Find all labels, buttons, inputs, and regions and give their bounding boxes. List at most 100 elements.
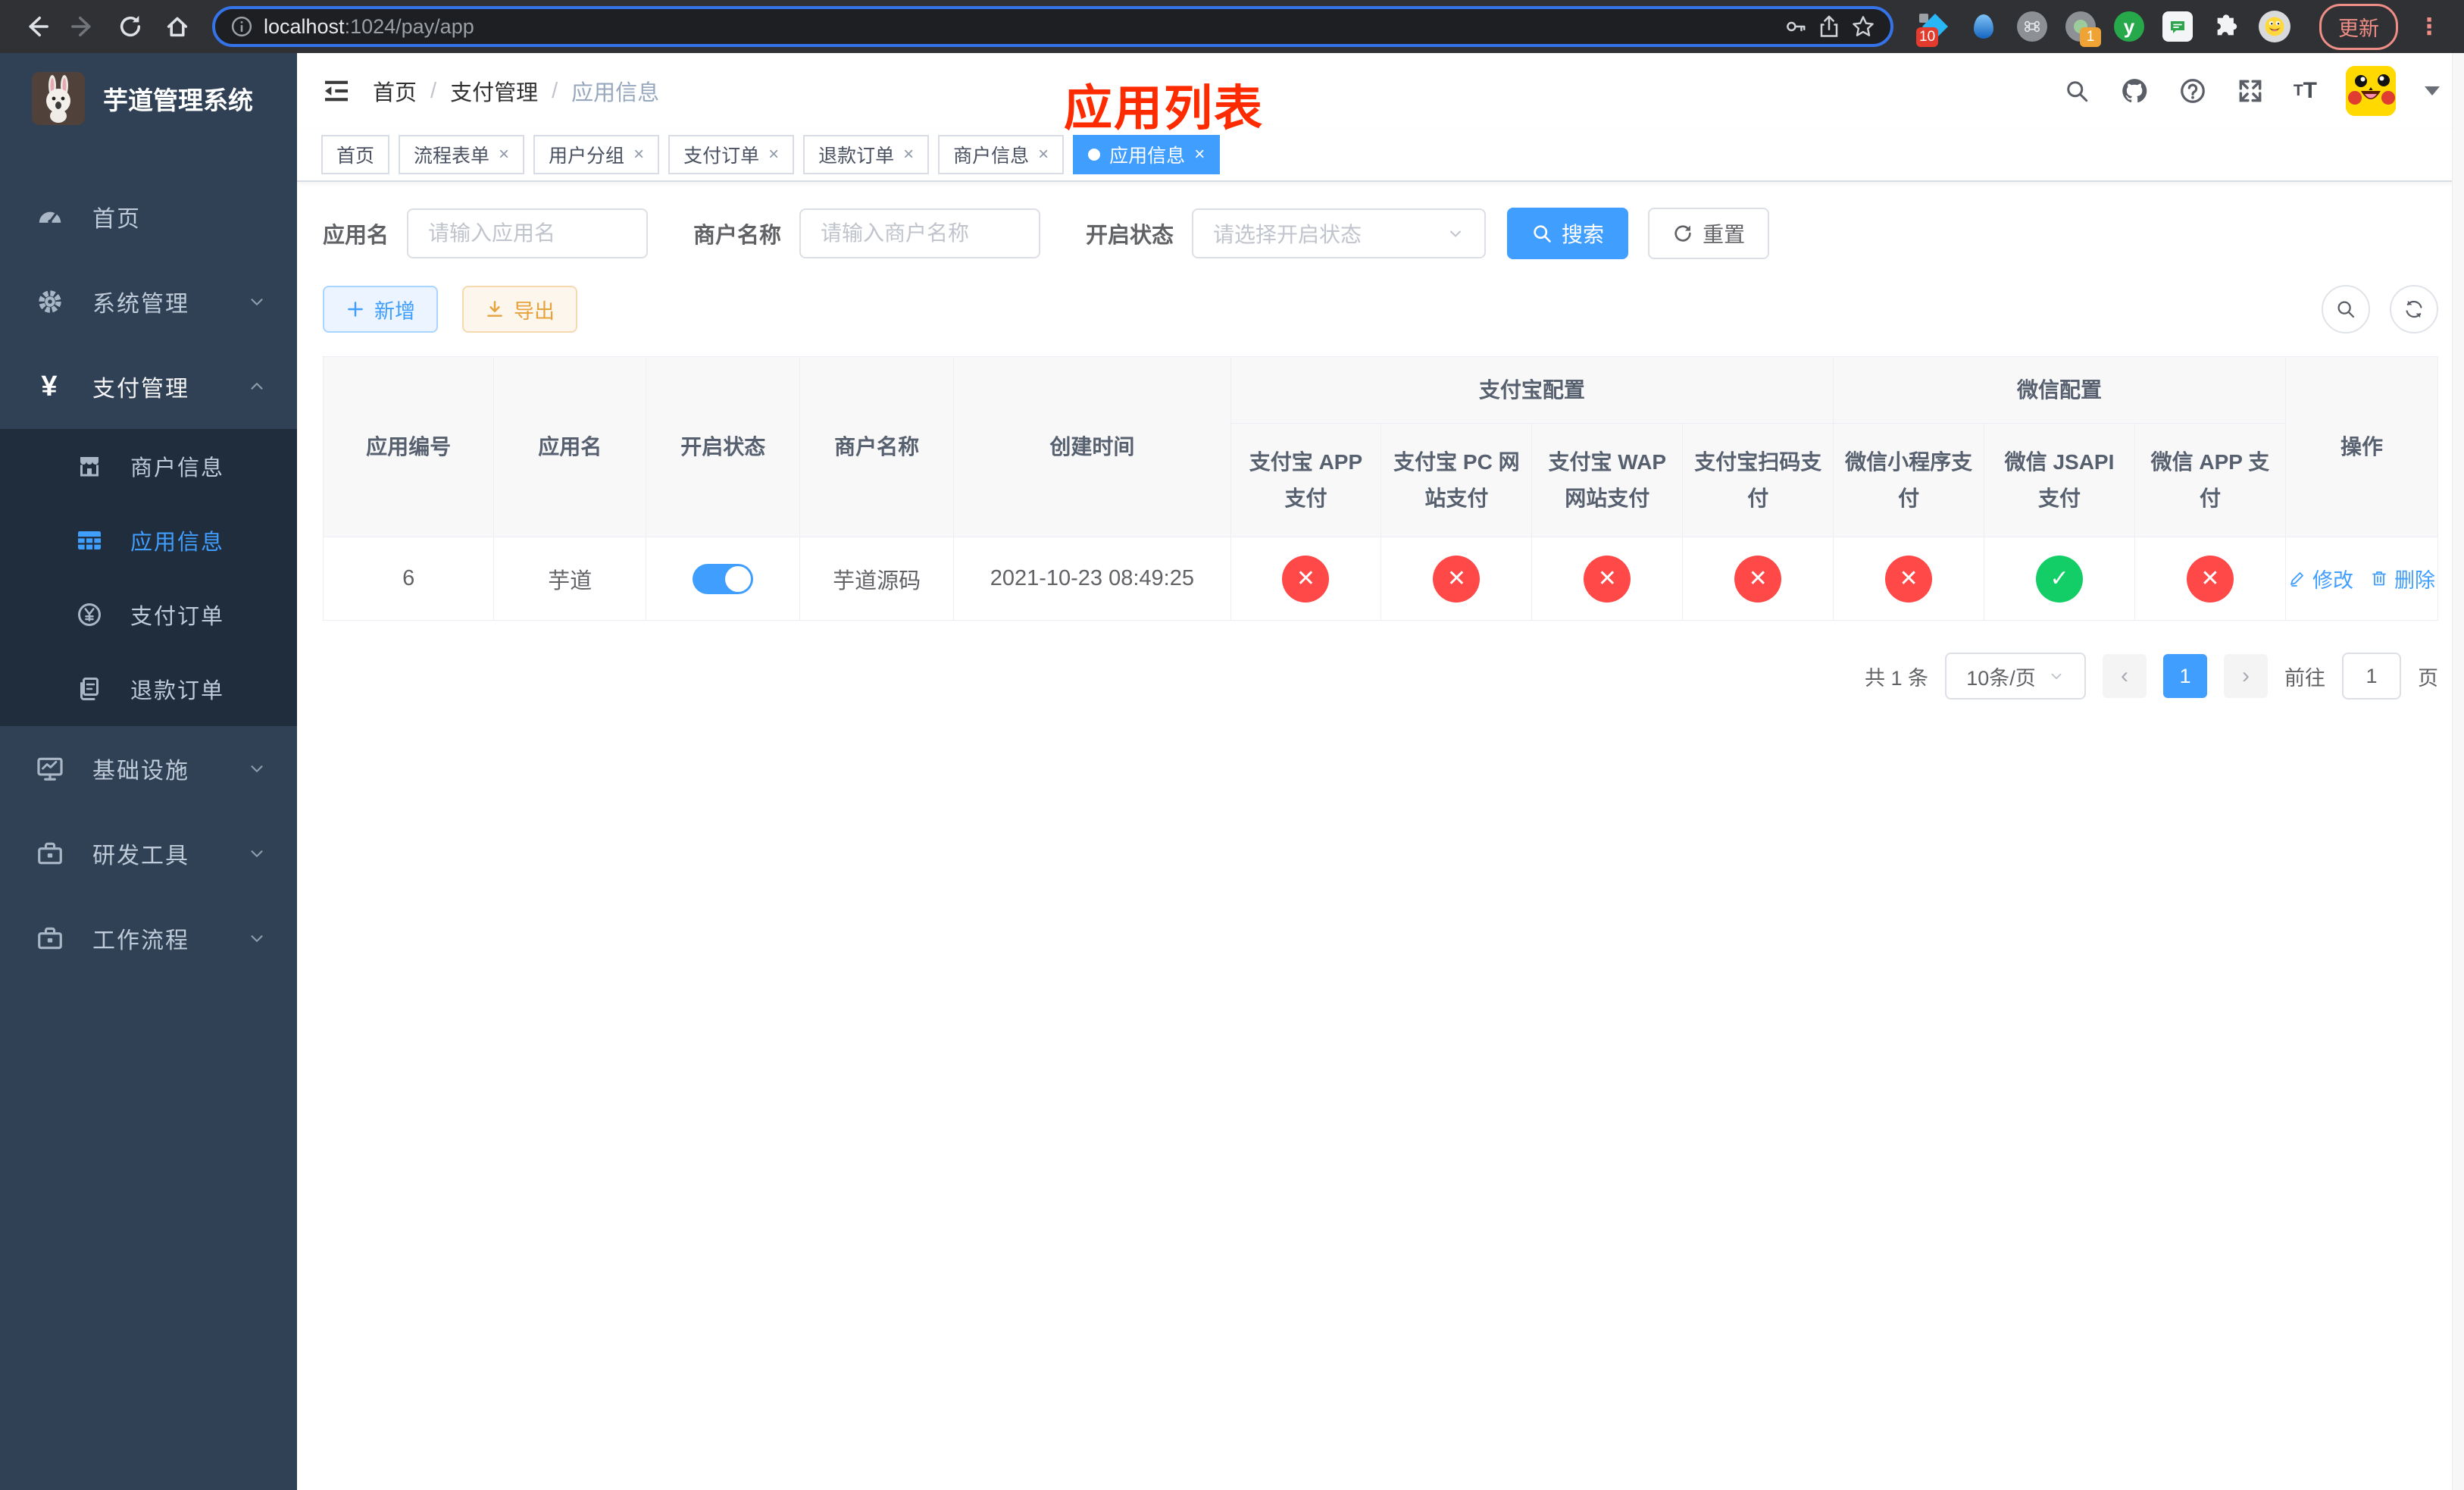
close-icon[interactable]: × xyxy=(1038,144,1049,165)
browser-back-button[interactable] xyxy=(17,7,56,46)
sidebar-item-dev-tools[interactable]: 研发工具 xyxy=(0,811,297,896)
font-size-icon[interactable]: TT xyxy=(2294,78,2317,104)
extension-session-icon[interactable]: 1 xyxy=(2065,11,2101,47)
address-bar[interactable]: localhost:1024/pay/app xyxy=(212,6,1893,47)
sidebar-item-refund-orders[interactable]: 退款订单 xyxy=(0,652,297,726)
browser-scrollbar[interactable] xyxy=(2452,53,2464,1490)
cell-app-id: 6 xyxy=(322,537,495,621)
browser-home-button[interactable] xyxy=(158,7,197,46)
sidebar-item-merchant-info[interactable]: 商户信息 xyxy=(0,429,297,503)
sidebar-item-pay-orders[interactable]: 支付订单 xyxy=(0,578,297,652)
page-number-button[interactable]: 1 xyxy=(2163,654,2207,698)
sidebar-item-label: 首页 xyxy=(92,207,141,232)
app-name-input[interactable] xyxy=(407,208,649,258)
extension-badge: 1 xyxy=(2080,27,2101,47)
channel-status-icon: ✓ xyxy=(2036,555,2084,603)
sidebar-item-app-info[interactable]: 应用信息 xyxy=(0,503,297,578)
search-button[interactable]: 搜索 xyxy=(1507,208,1629,259)
help-icon[interactable] xyxy=(2178,77,2207,105)
col-alipay-pc: 支付宝 PC 网站支付 xyxy=(1381,423,1533,537)
browser-reload-button[interactable] xyxy=(111,7,150,46)
close-icon[interactable]: × xyxy=(903,144,914,165)
chevron-down-icon xyxy=(2048,668,2065,684)
user-avatar[interactable] xyxy=(2346,66,2396,116)
close-icon[interactable]: × xyxy=(499,144,509,165)
bookmark-star-icon[interactable] xyxy=(1851,14,1875,39)
sidebar-item-system[interactable]: 系统管理 xyxy=(0,259,297,344)
sidebar-item-label: 基础设施 xyxy=(92,759,189,784)
delete-link[interactable]: 删除 xyxy=(2370,564,2435,593)
sidebar-item-home[interactable]: 首页 xyxy=(0,174,297,259)
channel-status-icon: ✕ xyxy=(1433,555,1481,603)
page-size-select[interactable]: 10条/页 xyxy=(1945,653,2086,700)
sidebar: 芋道管理系统 首页 系统管理 ¥ 支付管理 商户信息 应用信息 支付订单 退款订… xyxy=(0,53,297,1490)
close-icon[interactable]: × xyxy=(1194,144,1205,165)
goto-page-input[interactable] xyxy=(2342,653,2401,700)
profile-avatar-icon[interactable] xyxy=(2259,11,2290,42)
sidebar-item-workflow[interactable]: 工作流程 xyxy=(0,896,297,981)
tab-app-info[interactable]: 应用信息 × xyxy=(1073,135,1221,174)
status-label: 开启状态 xyxy=(1086,224,1174,248)
tab-merchant-info[interactable]: 商户信息 × xyxy=(938,135,1065,174)
tab-pay-orders[interactable]: 支付订单 × xyxy=(668,135,795,174)
browser-forward-button[interactable] xyxy=(64,7,103,46)
col-created: 创建时间 xyxy=(953,356,1231,537)
sidebar-collapse-icon[interactable] xyxy=(321,76,352,106)
breadcrumb-home[interactable]: 首页 xyxy=(373,75,417,107)
extension-balloon-icon[interactable] xyxy=(1968,11,2000,42)
avatar-dropdown-caret[interactable] xyxy=(2425,86,2440,95)
tab-refund-orders[interactable]: 退款订单 × xyxy=(803,135,930,174)
prev-page-button[interactable]: ‹ xyxy=(2103,654,2147,698)
next-page-button[interactable]: › xyxy=(2224,654,2268,698)
app-logo-row: 芋道管理系统 xyxy=(0,53,297,144)
export-button[interactable]: 导出 xyxy=(462,286,577,333)
cell-merchant: 芋道源码 xyxy=(799,537,955,621)
github-icon[interactable] xyxy=(2119,76,2150,106)
breadcrumb-current: 应用信息 xyxy=(571,81,660,105)
merchant-name-input[interactable] xyxy=(799,208,1041,258)
search-icon[interactable] xyxy=(2063,77,2090,105)
sidebar-item-label: 研发工具 xyxy=(92,844,189,869)
cell-created: 2021-10-23 08:49:25 xyxy=(953,537,1231,621)
extension-y-icon[interactable]: y xyxy=(2113,11,2145,42)
extension-badge: 10 xyxy=(1916,27,1939,47)
tab-user-group[interactable]: 用户分组 × xyxy=(533,135,660,174)
status-toggle[interactable] xyxy=(693,563,754,594)
extensions-puzzle-icon[interactable] xyxy=(2210,11,2242,42)
sidebar-item-infrastructure[interactable]: 基础设施 xyxy=(0,726,297,811)
sidebar-item-payment[interactable]: ¥ 支付管理 xyxy=(0,344,297,429)
col-wx-jsapi: 微信 JSAPI 支付 xyxy=(1984,423,2135,537)
fullscreen-icon[interactable] xyxy=(2236,77,2265,105)
chrome-update-button[interactable]: 更新 xyxy=(2319,3,2398,50)
extension-blue-diamond-icon[interactable]: 10 xyxy=(1916,11,1951,47)
channel-status-icon: ✕ xyxy=(1734,555,1782,603)
tab-process-form[interactable]: 流程表单 × xyxy=(399,135,525,174)
page-title-annotation: 应用列表 xyxy=(1064,81,1264,136)
table-toolbar: 新增 导出 xyxy=(323,285,2438,333)
browser-menu-icon[interactable]: ⋮ xyxy=(2412,14,2447,40)
site-info-icon[interactable] xyxy=(230,15,253,38)
extension-chat-icon[interactable] xyxy=(2162,11,2194,42)
col-wx-app: 微信 APP 支付 xyxy=(2134,423,2286,537)
grid-icon xyxy=(73,527,106,554)
payment-submenu: 商户信息 应用信息 支付订单 退款订单 xyxy=(0,429,297,726)
share-icon[interactable] xyxy=(1818,15,1840,38)
status-select[interactable]: 请选择开启状态 xyxy=(1192,208,1487,258)
add-button[interactable]: 新增 xyxy=(323,286,438,333)
edit-link[interactable]: 修改 xyxy=(2288,564,2353,593)
app-logo xyxy=(32,72,85,125)
merchant-name-label: 商户名称 xyxy=(693,224,782,248)
extension-command-icon[interactable] xyxy=(2016,11,2048,42)
close-icon[interactable]: × xyxy=(768,144,779,165)
refresh-button[interactable] xyxy=(2390,285,2438,333)
gear-icon xyxy=(33,287,67,316)
goto-label: 前往 xyxy=(2284,666,2325,690)
reset-button[interactable]: 重置 xyxy=(1648,208,1770,259)
tab-home[interactable]: 首页 xyxy=(321,135,390,174)
channel-status-icon: ✕ xyxy=(1885,555,1933,603)
password-key-icon[interactable] xyxy=(1784,15,1807,38)
sidebar-item-label: 商户信息 xyxy=(130,456,225,480)
toggle-search-button[interactable] xyxy=(2322,285,2370,333)
close-icon[interactable]: × xyxy=(633,144,644,165)
breadcrumb-payment[interactable]: 支付管理 xyxy=(450,75,538,107)
